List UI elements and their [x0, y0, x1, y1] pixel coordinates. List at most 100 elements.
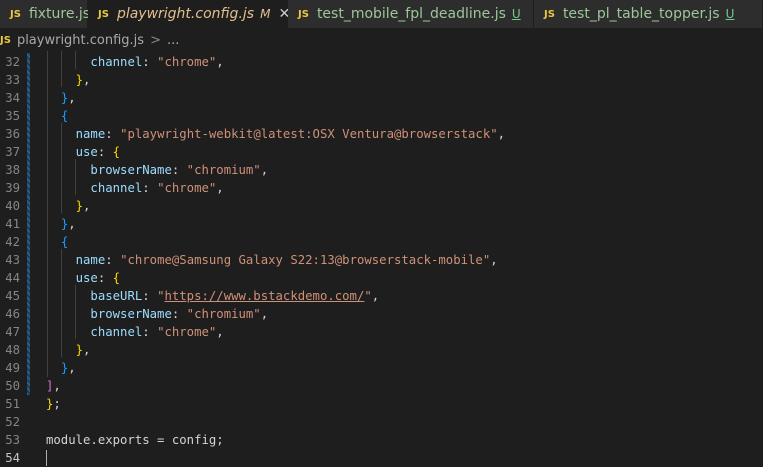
code-token: "chromium"	[186, 163, 261, 177]
line-number: 45	[5, 289, 20, 303]
code-line[interactable]: 34 },	[0, 89, 763, 107]
breadcrumb-file[interactable]: playwright.config.js	[17, 33, 144, 48]
code-token: ,	[53, 379, 61, 393]
code-text: };	[46, 395, 61, 413]
line-number: 36	[5, 127, 20, 141]
tab-fixture[interactable]: JS fixture.js U	[0, 0, 105, 28]
line-number: 37	[5, 145, 20, 159]
line-number: 46	[5, 307, 20, 321]
code-line[interactable]: 44 use: {	[0, 269, 763, 287]
code-token: :	[97, 271, 113, 285]
line-number: 40	[5, 199, 20, 213]
line-number: 42	[5, 235, 20, 249]
line-number: 52	[5, 415, 20, 429]
code-line[interactable]: 40 },	[0, 197, 763, 215]
javascript-file-icon: JS	[544, 8, 555, 20]
line-number: 38	[5, 163, 20, 177]
code-text: browserName: "chromium",	[46, 305, 268, 323]
code-token: ,	[83, 199, 91, 213]
line-number: 50	[5, 379, 20, 393]
code-token: name	[75, 127, 106, 141]
code-token: "chromium"	[186, 307, 261, 321]
code-line[interactable]: 38 browserName: "chromium",	[0, 161, 763, 179]
code-token: }	[75, 343, 84, 357]
code-line[interactable]: 50],	[0, 377, 763, 395]
code-line[interactable]: 37 use: {	[0, 143, 763, 161]
code-token: ,	[216, 181, 224, 195]
text-cursor	[46, 450, 47, 466]
code-token: use	[75, 271, 98, 285]
code-text: },	[46, 215, 76, 233]
code-line[interactable]: 36 name: "playwright-webkit@latest:OSX V…	[0, 125, 763, 143]
tab-label: test_mobile_fpl_deadline.js	[316, 6, 506, 22]
line-number: 47	[5, 325, 20, 339]
code-line[interactable]: 46 browserName: "chromium",	[0, 305, 763, 323]
tab-label: fixture.js	[28, 6, 91, 22]
line-number: 32	[5, 55, 20, 69]
untracked-status-badge: U	[725, 7, 735, 21]
code-text: {	[46, 233, 68, 251]
javascript-file-icon: JS	[298, 8, 309, 20]
code-token: module.exports = config;	[46, 433, 224, 447]
code-text: module.exports = config;	[46, 431, 224, 449]
code-token: "chrome"	[157, 181, 217, 195]
code-token: :	[105, 253, 121, 267]
code-token: ,	[83, 343, 91, 357]
javascript-file-icon: JS	[98, 8, 109, 20]
line-number: 34	[5, 91, 20, 105]
code-text: name: "playwright-webkit@latest:OSX Vent…	[46, 125, 505, 143]
code-token: :	[142, 55, 158, 69]
code-line[interactable]: 48 },	[0, 341, 763, 359]
line-number: 41	[5, 217, 20, 231]
untracked-status-badge: U	[511, 7, 521, 21]
code-token: ,	[68, 217, 76, 231]
breadcrumb-more[interactable]: ...	[167, 33, 179, 48]
javascript-file-icon: JS	[10, 8, 21, 20]
code-line[interactable]: 54	[0, 449, 763, 467]
code-line[interactable]: 43 name: "chrome@Samsung Galaxy S22:13@b…	[0, 251, 763, 269]
code-text: ],	[46, 377, 61, 395]
modified-status-badge: M	[260, 7, 271, 21]
chevron-right-icon: >	[150, 32, 161, 48]
line-number: 48	[5, 343, 20, 357]
tab-test-mobile-fpl-deadline[interactable]: JS test_mobile_fpl_deadline.js U	[288, 0, 534, 28]
code-line[interactable]: 47 channel: "chrome",	[0, 323, 763, 341]
code-token: ;	[53, 397, 61, 411]
editor-tab-bar: JS fixture.js U JS playwright.config.js …	[0, 0, 763, 29]
code-token: baseURL	[90, 289, 143, 303]
code-text: name: "chrome@Samsung Galaxy S22:13@brow…	[46, 251, 498, 269]
code-editor[interactable]: 32 channel: "chrome", 33 }, 34 }, 35 {36 na…	[0, 51, 763, 466]
code-text: },	[46, 89, 76, 107]
code-line[interactable]: 39 channel: "chrome",	[0, 179, 763, 197]
code-line[interactable]: 42 {	[0, 233, 763, 251]
code-token: :	[171, 163, 187, 177]
code-line[interactable]: 35 {	[0, 107, 763, 125]
code-line[interactable]: 32 channel: "chrome",	[0, 53, 763, 71]
code-text: },	[46, 341, 91, 359]
code-line[interactable]: 52	[0, 413, 763, 431]
code-token: :	[142, 181, 158, 195]
code-line[interactable]: 51};	[0, 395, 763, 413]
line-number: 44	[5, 271, 20, 285]
code-token: use	[75, 145, 98, 159]
code-line[interactable]: 41 },	[0, 215, 763, 233]
code-text: channel: "chrome",	[46, 323, 223, 341]
code-token: ,	[68, 361, 76, 375]
code-token: {	[60, 109, 69, 123]
code-token: }	[75, 199, 84, 213]
line-number: 33	[5, 73, 20, 87]
code-line[interactable]: 49 },	[0, 359, 763, 377]
code-token: browserName	[90, 307, 172, 321]
code-token: ,	[371, 289, 380, 303]
tab-test-pl-table-topper[interactable]: JS test_pl_table_topper.js U	[534, 0, 763, 28]
code-text: channel: "chrome",	[46, 179, 224, 197]
code-line[interactable]: 45 baseURL: "https://www.bstackdemo.com/…	[0, 287, 763, 305]
code-token: "playwright-webkit@latest:OSX Ventura@br…	[120, 127, 498, 141]
line-number: 49	[5, 361, 20, 375]
tab-playwright-config[interactable]: JS playwright.config.js M ✕	[88, 0, 290, 28]
code-line[interactable]: 33 },	[0, 71, 763, 89]
code-line[interactable]: 53 module.exports = config;	[0, 431, 763, 449]
javascript-file-icon: JS	[0, 34, 11, 46]
code-text: browserName: "chromium",	[46, 161, 268, 179]
code-token: channel	[90, 55, 143, 69]
